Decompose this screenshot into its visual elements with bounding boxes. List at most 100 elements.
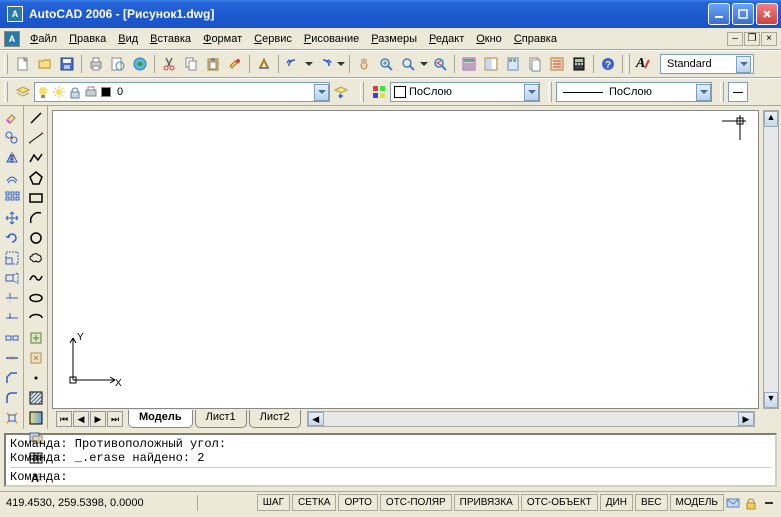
menu-window[interactable]: Окно [470, 31, 508, 47]
command-prompt[interactable]: Команда: [10, 467, 771, 484]
menu-dimension[interactable]: Размеры [365, 31, 423, 47]
vertical-scrollbar[interactable]: ▲ ▼ [763, 110, 779, 409]
insert-block-button[interactable] [26, 329, 46, 347]
menu-help[interactable]: Справка [508, 31, 563, 47]
maximize-button[interactable] [732, 3, 754, 25]
doc-icon[interactable]: A [4, 31, 20, 47]
move-button[interactable] [2, 209, 22, 227]
lock-tray-icon[interactable] [743, 495, 759, 511]
command-window[interactable]: Команда: Противоположный угол: Команда: … [4, 433, 777, 487]
redo-dropdown[interactable] [336, 54, 346, 74]
mirror-button[interactable] [2, 149, 22, 167]
text-style-button[interactable]: A [635, 54, 655, 74]
stretch-button[interactable] [2, 269, 22, 287]
snap-toggle[interactable]: ШАГ [257, 494, 290, 511]
layer-manager-button[interactable] [13, 82, 33, 102]
pan-button[interactable] [354, 54, 374, 74]
zoom-window-button[interactable] [398, 54, 418, 74]
copy-object-button[interactable] [2, 129, 22, 147]
menu-draw[interactable]: Рисование [298, 31, 365, 47]
layer-combo[interactable]: 0 [34, 82, 330, 102]
extend-button[interactable] [2, 309, 22, 327]
zoom-dropdown[interactable] [419, 54, 429, 74]
grid-toggle[interactable]: СЕТКА [292, 494, 337, 511]
layer-previous-button[interactable] [331, 82, 351, 102]
tab-last-button[interactable]: ⏭ [107, 411, 123, 427]
menu-format[interactable]: Формат [197, 31, 248, 47]
design-center-button[interactable] [481, 54, 501, 74]
explode-button[interactable] [2, 409, 22, 427]
redo-button[interactable] [315, 54, 335, 74]
zoom-realtime-button[interactable] [376, 54, 396, 74]
publish-button[interactable] [130, 54, 150, 74]
chamfer-button[interactable] [2, 369, 22, 387]
menu-edit[interactable]: Правка [63, 31, 112, 47]
color-control-button[interactable] [369, 82, 389, 102]
block-editor-button[interactable] [254, 54, 274, 74]
gradient-button[interactable] [26, 409, 46, 427]
markup-button[interactable] [547, 54, 567, 74]
coordinates-display[interactable]: 419.4530, 259.5398, 0.0000 [0, 495, 198, 511]
menu-insert[interactable]: Вставка [144, 31, 197, 47]
sheet-set-button[interactable] [525, 54, 545, 74]
make-block-button[interactable] [26, 349, 46, 367]
tab-layout1[interactable]: Лист1 [195, 410, 247, 428]
color-combo[interactable]: ПоСлою [390, 82, 540, 102]
ellipse-button[interactable] [26, 289, 46, 307]
match-properties-button[interactable] [225, 54, 245, 74]
dropdown-icon[interactable] [736, 56, 751, 73]
scroll-up-button[interactable]: ▲ [764, 111, 778, 127]
menu-tools[interactable]: Сервис [248, 31, 298, 47]
linetype-combo[interactable]: ПоСлою [556, 82, 712, 102]
open-button[interactable] [35, 54, 55, 74]
spline-button[interactable] [26, 269, 46, 287]
drawing-canvas[interactable]: Y X [52, 110, 759, 409]
mdi-minimize-button[interactable]: – [727, 32, 743, 46]
model-toggle[interactable]: МОДЕЛЬ [670, 494, 724, 511]
rectangle-button[interactable] [26, 189, 46, 207]
close-button[interactable] [756, 3, 778, 25]
array-button[interactable] [2, 189, 22, 207]
tab-prev-button[interactable]: ◀ [73, 411, 89, 427]
dyn-toggle[interactable]: ДИН [600, 494, 633, 511]
save-button[interactable] [57, 54, 77, 74]
osnap-toggle[interactable]: ПРИВЯЗКА [454, 494, 519, 511]
minimize-button[interactable] [708, 3, 730, 25]
menu-file[interactable]: Файл [24, 31, 63, 47]
tray-menu-icon[interactable] [761, 495, 777, 511]
lineweight-combo[interactable] [728, 82, 748, 102]
mdi-close-button[interactable]: × [761, 32, 777, 46]
menu-view[interactable]: Вид [112, 31, 144, 47]
dropdown-icon[interactable] [314, 84, 329, 101]
polar-toggle[interactable]: ОТС-ПОЛЯР [380, 494, 452, 511]
tab-first-button[interactable]: ⏮ [56, 411, 72, 427]
trim-button[interactable] [2, 289, 22, 307]
otrack-toggle[interactable]: ОТС-ОБЪЕКТ [521, 494, 598, 511]
polyline-button[interactable] [26, 149, 46, 167]
join-button[interactable] [2, 349, 22, 367]
scale-button[interactable] [2, 249, 22, 267]
menu-modify[interactable]: Редакт [423, 31, 470, 47]
communication-icon[interactable] [725, 495, 741, 511]
dropdown-icon[interactable] [696, 84, 711, 101]
horizontal-scrollbar[interactable]: ◀ ▶ [307, 411, 755, 427]
zoom-previous-button[interactable] [430, 54, 450, 74]
undo-dropdown[interactable] [304, 54, 314, 74]
break-button[interactable] [2, 329, 22, 347]
properties-button[interactable] [459, 54, 479, 74]
circle-button[interactable] [26, 229, 46, 247]
ortho-toggle[interactable]: ОРТО [338, 494, 377, 511]
erase-button[interactable] [2, 109, 22, 127]
revision-cloud-button[interactable] [26, 249, 46, 267]
line-button[interactable] [26, 109, 46, 127]
mdi-restore-button[interactable]: ❐ [744, 32, 760, 46]
text-style-combo[interactable]: Standard [660, 54, 754, 74]
plot-preview-button[interactable] [108, 54, 128, 74]
cut-button[interactable] [159, 54, 179, 74]
arc-button[interactable] [26, 209, 46, 227]
quickcalc-button[interactable] [569, 54, 589, 74]
print-button[interactable] [86, 54, 106, 74]
hatch-button[interactable] [26, 389, 46, 407]
tab-next-button[interactable]: ▶ [90, 411, 106, 427]
lwt-toggle[interactable]: ВЕС [635, 494, 668, 511]
